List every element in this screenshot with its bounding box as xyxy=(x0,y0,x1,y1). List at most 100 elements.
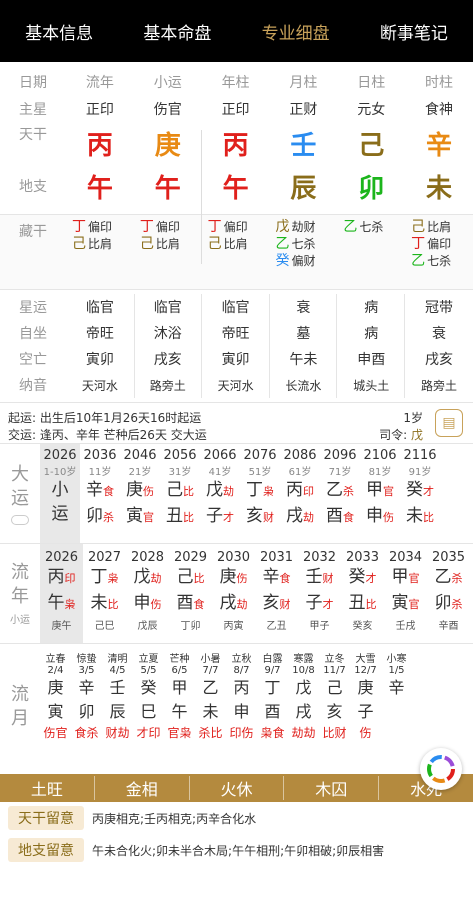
liuyue-column[interactable]: 芒种 6/5 甲午官枭 xyxy=(164,644,195,770)
tab-notes[interactable]: 断事笔记 xyxy=(355,19,473,44)
liuyue-char: 庚 xyxy=(47,678,64,697)
liuyue-char: 己 xyxy=(326,678,343,697)
header-liunian: 流年 xyxy=(85,75,114,91)
liunian-xiaoyun: 壬戌 xyxy=(395,621,416,632)
liuyue-column[interactable]: 小寒 1/5 辛 xyxy=(381,644,412,770)
dayun-column[interactable]: 2086 61岁 丙印 戌劫 xyxy=(280,444,320,543)
dayun-age: 11岁 xyxy=(88,467,112,478)
liuyue-jq: 清明 xyxy=(107,654,128,665)
liuyue-dt: 3/5 xyxy=(78,665,95,676)
stars-label: 主星 xyxy=(19,102,47,118)
color-wheel-button[interactable] xyxy=(420,748,462,790)
tab-pro-chart[interactable]: 专业细盘 xyxy=(237,19,355,44)
liunian-ganzhi: 子才 xyxy=(298,591,341,617)
liunian-column[interactable]: 2028 戊劫 申伤 戊辰 xyxy=(126,544,169,643)
tiangan-note-tag[interactable]: 天干留意 xyxy=(8,806,84,830)
canggan-item: 癸偏财 xyxy=(275,253,337,270)
liuyue-shishen: 才印 xyxy=(136,726,161,740)
misc-cell: 病 xyxy=(364,326,379,342)
liunian-column[interactable]: 2029 己比 酉食 丁卯 xyxy=(169,544,212,643)
liunian-column[interactable]: 2034 甲官 寅官 壬戌 xyxy=(384,544,427,643)
tab-basic-chart[interactable]: 基本命盘 xyxy=(118,19,236,44)
liunian-column[interactable]: 2035 乙杀 卯杀 辛酉 xyxy=(427,544,470,643)
dizhi-note-tag[interactable]: 地支留意 xyxy=(8,838,84,862)
dayun-shishen: 杀 xyxy=(103,511,114,524)
dayun-shishen: 比 xyxy=(423,511,434,524)
liuyue-column[interactable]: 小暑 7/7 乙未杀比 xyxy=(195,644,226,770)
liunian-column[interactable]: 2033 癸才 丑比 癸亥 xyxy=(341,544,384,643)
liunian-ganzhi: 戊劫 xyxy=(126,565,169,591)
dayun-age: 21岁 xyxy=(128,467,152,478)
liuyue-column[interactable]: 大雪 12/7 庚子伤 xyxy=(350,644,381,770)
liunian-column[interactable]: 2027 丁枭 未比 己巳 xyxy=(83,544,126,643)
star-cell: 正财 xyxy=(289,102,318,118)
dayun-column[interactable]: 2096 71岁 乙杀 酉食 xyxy=(320,444,360,543)
dayun-shishen: 印 xyxy=(303,485,314,498)
liuyue-column[interactable]: 惊蛰 3/5 辛卯食杀 xyxy=(71,644,102,770)
dayun-ganzhi: 小 xyxy=(40,478,80,502)
dayun-shishen: 财 xyxy=(263,511,274,524)
liunian-column[interactable]: 2026 丙印 午枭 庚午 xyxy=(40,544,83,643)
liunian-shishen: 财 xyxy=(279,598,291,611)
liuyue-column[interactable]: 立春 2/4 庚寅伤官 xyxy=(40,644,71,770)
calendar-button[interactable]: ▤ xyxy=(435,409,463,437)
dayun-column[interactable]: 2106 81岁 甲官 申伤 xyxy=(360,444,400,543)
liunian-xiaoyun: 庚午 xyxy=(51,621,72,632)
liunian-column[interactable]: 2032 壬财 子才 甲子 xyxy=(298,544,341,643)
liuyue-column[interactable]: 立夏 5/5 癸巳才印 xyxy=(133,644,164,770)
liunian-char: 亥 xyxy=(262,593,280,613)
misc-cell: 戌亥 xyxy=(425,352,454,368)
header-date: 日期 xyxy=(19,75,47,91)
misc-row: 自坐 帝旺 沐浴 帝旺 墓 病 衰 xyxy=(0,320,473,346)
liunian-year: 2026 xyxy=(44,550,79,565)
dayun-column[interactable]: 2026 1-10岁小运 xyxy=(40,444,80,543)
liunian-ganzhi: 丙印 xyxy=(40,565,83,591)
liunian-column[interactable]: 2031 辛食 亥财 乙丑 xyxy=(255,544,298,643)
dizhi-cell: 午 xyxy=(222,173,249,204)
dayun-column[interactable]: 2076 51岁 丁枭 亥财 xyxy=(240,444,280,543)
misc-cell: 沐浴 xyxy=(153,326,182,342)
liuyue-column[interactable]: 立冬 11/7 己亥比财 xyxy=(319,644,350,770)
dayun-ganzhi: 运 xyxy=(40,502,80,526)
liuyue-char: 辛 xyxy=(78,678,95,697)
dayun-column[interactable]: 2066 41岁 戊劫 子才 xyxy=(200,444,240,543)
misc-row: 星运 临官 临官 临官 衰 病 冠带 xyxy=(0,294,473,320)
liunian-column[interactable]: 2030 庚伤 戌劫 丙寅 xyxy=(212,544,255,643)
pillars-table: 日期 流年 小运 年柱 月柱 日柱 时柱 主星 正印 伤官 正印 正财 元女 食… xyxy=(0,62,473,264)
tab-basic-info[interactable]: 基本信息 xyxy=(0,19,118,44)
misc-label: 纳音 xyxy=(19,378,47,394)
liunian-shishen: 比 xyxy=(193,572,205,585)
stars-row: 主星 正印 伤官 正印 正财 元女 食神 xyxy=(0,96,473,122)
dayun-year: 2076 xyxy=(243,448,277,463)
liuyue-char: 戊 xyxy=(295,678,312,697)
canggan-stem: 乙 xyxy=(275,236,290,252)
dayun-column[interactable]: 2046 21岁 庚伤 寅官 xyxy=(120,444,160,543)
liuyue-column[interactable]: 清明 4/5 壬辰财劫 xyxy=(102,644,133,770)
dayun-column[interactable]: 2056 31岁 己比 丑比 xyxy=(160,444,200,543)
dayun-column[interactable]: 2116 91岁 癸才 未比 xyxy=(400,444,440,543)
liuyue-dt: 1/5 xyxy=(388,665,405,676)
dayun-ganzhi: 未比 xyxy=(400,504,440,530)
dayun-column[interactable]: 2036 11岁 辛食 卯杀 xyxy=(80,444,120,543)
dayun-year: 2026 xyxy=(43,448,77,463)
dayun-age: 51岁 xyxy=(248,467,272,478)
liuyue-column[interactable]: 立秋 8/7 丙申印伤 xyxy=(226,644,257,770)
liuyue-jq: 白露 xyxy=(262,654,283,665)
star-cell: 伤官 xyxy=(153,102,182,118)
liuyue-jq: 小暑 xyxy=(200,654,221,665)
dayun-char: 申 xyxy=(366,506,383,526)
liunian-char: 戌 xyxy=(219,593,237,613)
canggan-stem: 戊 xyxy=(275,219,290,235)
canggan-item: 己比肩 xyxy=(72,236,134,253)
toggle-icon[interactable] xyxy=(11,514,29,525)
liuyue-column[interactable]: 寒露 10/8 戊戌劫劫 xyxy=(288,644,319,770)
tiangan-row: 天干 丙 庚 丙 壬 己 辛 xyxy=(0,122,473,164)
misc-cell: 午未 xyxy=(289,352,318,368)
liuyue-label-1: 流 xyxy=(11,684,29,705)
liuyue-column[interactable]: 白露 9/7 丁酉枭食 xyxy=(257,644,288,770)
liunian-shishen: 杀 xyxy=(451,572,463,585)
liunian-label: 流 年 小运 xyxy=(0,544,40,643)
liunian-char: 卯 xyxy=(434,593,452,613)
liunian-ganzhi: 酉食 xyxy=(169,591,212,617)
liunian-char: 寅 xyxy=(391,593,409,613)
